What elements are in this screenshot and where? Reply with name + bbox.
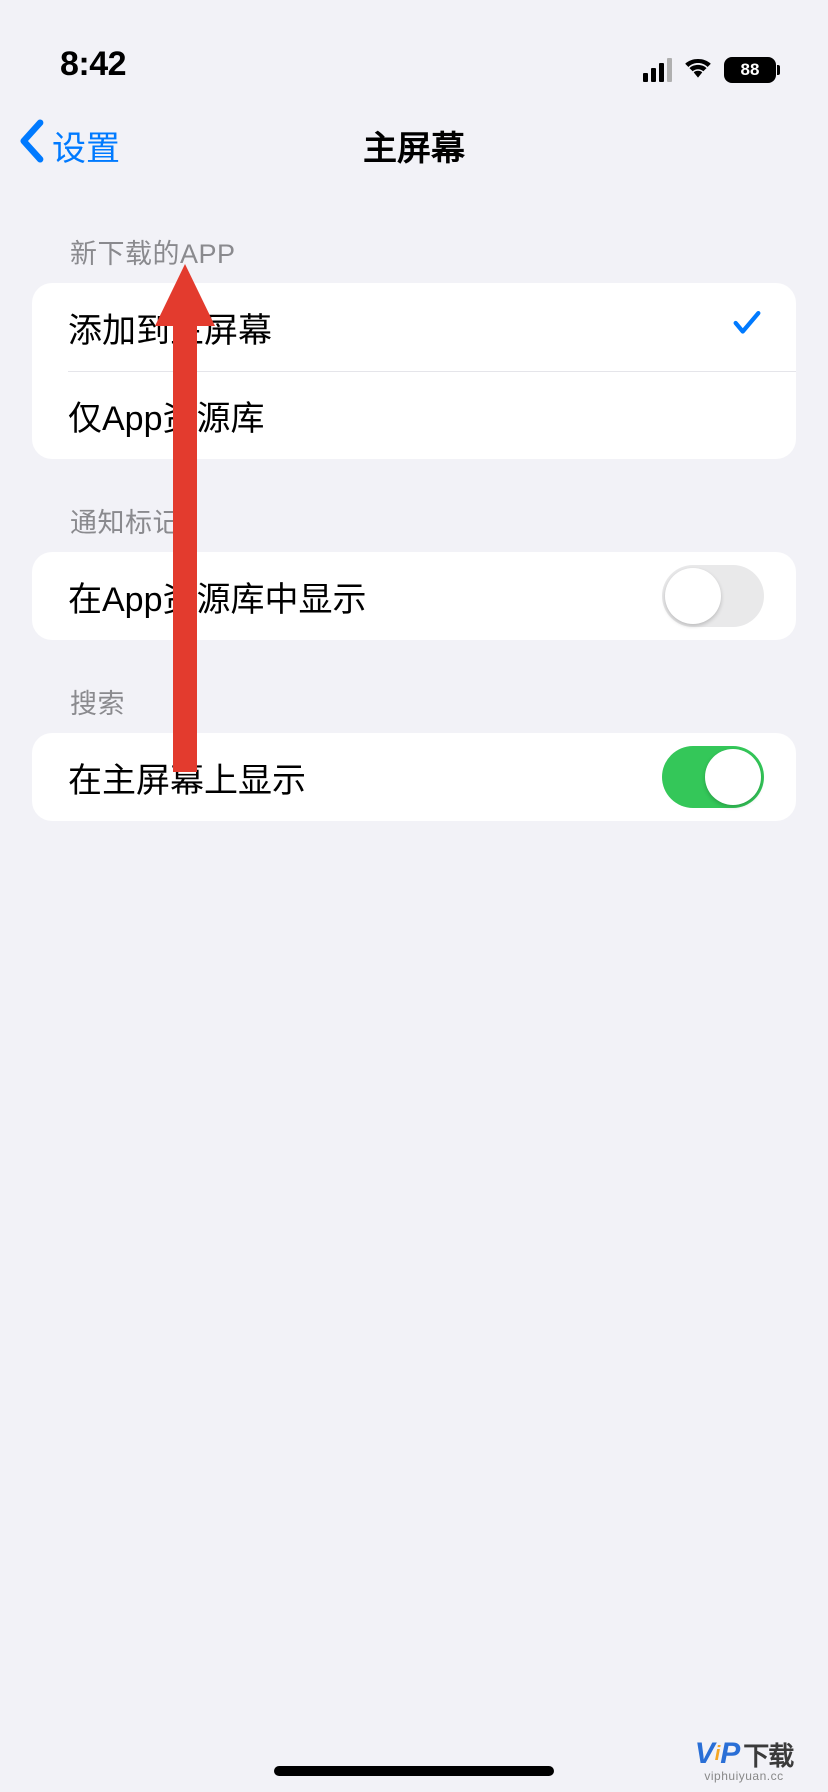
- toggle-show-in-app-library[interactable]: [662, 565, 764, 627]
- option-app-library-only[interactable]: 仅App资源库: [68, 371, 796, 459]
- section-header-new-apps: 新下载的APP: [0, 190, 828, 283]
- status-bar: 8:42 88: [0, 0, 828, 100]
- row-label: 在主屏幕上显示: [68, 753, 306, 802]
- row-show-in-app-library[interactable]: 在App资源库中显示: [32, 552, 796, 640]
- battery-icon: 88: [724, 57, 780, 83]
- row-label: 在App资源库中显示: [68, 572, 367, 621]
- back-button[interactable]: 设置: [0, 119, 120, 172]
- row-show-on-home-screen[interactable]: 在主屏幕上显示: [32, 733, 796, 821]
- option-label: 添加到主屏幕: [68, 303, 272, 352]
- section-header-badges: 通知标记: [0, 459, 828, 552]
- option-add-to-home[interactable]: 添加到主屏幕: [32, 283, 796, 371]
- watermark-cn: 下载: [743, 1736, 793, 1773]
- watermark: V i P 下载 viphuiyuan.cc: [660, 1726, 828, 1792]
- watermark-letter: V: [695, 1737, 714, 1771]
- page-title: 主屏幕: [363, 121, 465, 170]
- status-indicators: 88: [643, 55, 780, 84]
- watermark-url: viphuiyuan.cc: [704, 1769, 783, 1783]
- navigation-bar: 设置 主屏幕: [0, 100, 828, 190]
- chevron-left-icon: [18, 119, 44, 172]
- toggle-show-on-home-screen[interactable]: [662, 746, 764, 808]
- group-badges: 在App资源库中显示: [32, 552, 796, 640]
- group-new-apps: 添加到主屏幕 仅App资源库: [32, 283, 796, 459]
- cellular-signal-icon: [643, 58, 672, 82]
- option-label: 仅App资源库: [68, 391, 265, 440]
- home-indicator[interactable]: [274, 1766, 554, 1776]
- back-label: 设置: [52, 121, 120, 170]
- section-header-search: 搜索: [0, 640, 828, 733]
- status-time: 8:42: [60, 45, 126, 84]
- checkmark-icon: [730, 306, 764, 349]
- watermark-letter: P: [720, 1737, 739, 1771]
- wifi-icon: [682, 55, 714, 84]
- group-search: 在主屏幕上显示: [32, 733, 796, 821]
